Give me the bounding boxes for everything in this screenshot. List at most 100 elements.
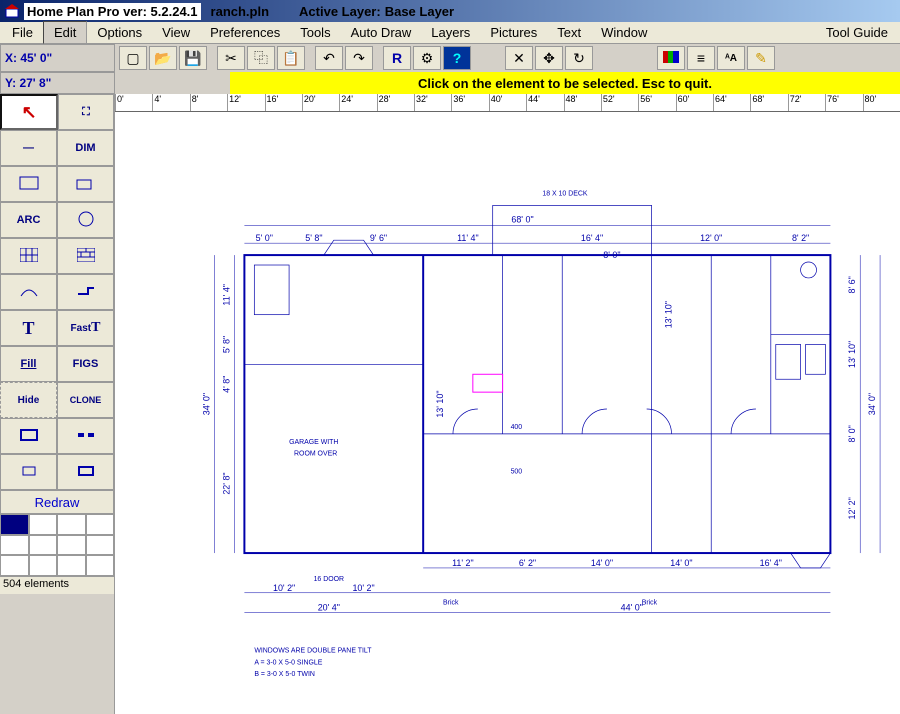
outline-icon [76, 464, 96, 481]
hide-tool[interactable]: Hide [0, 382, 57, 418]
curve-tool[interactable] [0, 274, 57, 310]
fasttext-tool[interactable]: FastT [57, 310, 114, 346]
menu-window[interactable]: Window [591, 22, 657, 43]
svg-text:13' 10": 13' 10" [663, 301, 673, 328]
textstyle-icon: ᴬA [725, 53, 737, 64]
refresh-button[interactable]: R [383, 46, 411, 70]
new-icon: ▢ [126, 50, 139, 67]
move-button[interactable]: ✥ [535, 46, 563, 70]
dim-tool[interactable]: DIM [57, 130, 114, 166]
rect-icon [19, 176, 39, 193]
menu-view[interactable]: View [152, 22, 200, 43]
menu-toolguide[interactable]: Tool Guide [816, 22, 898, 43]
titlebar: Home Plan Pro ver: 5.2.24.1 ranch.pln Ac… [0, 0, 900, 22]
svg-text:11' 2": 11' 2" [452, 558, 474, 568]
color-swatch[interactable] [29, 535, 58, 556]
arrow-icon: ↖ [21, 102, 36, 123]
color-swatch[interactable] [29, 555, 58, 576]
redo-icon: ↷ [353, 50, 365, 67]
menu-text[interactable]: Text [547, 22, 591, 43]
ruler-tick: 24' [339, 94, 376, 111]
highlight-button[interactable]: ✎ [747, 46, 775, 70]
save-button[interactable]: 💾 [179, 46, 207, 70]
redraw-button[interactable]: Redraw [0, 490, 114, 514]
color-swatch[interactable] [57, 514, 86, 535]
ruler-tick: 68' [750, 94, 787, 111]
color-swatch[interactable] [86, 514, 115, 535]
textstyle-button[interactable]: ᴬA [717, 46, 745, 70]
text-tool[interactable]: T [0, 310, 57, 346]
window-tool[interactable] [0, 454, 57, 490]
open-button[interactable]: 📂 [149, 46, 177, 70]
colors-button[interactable] [657, 46, 685, 70]
fill-tool[interactable]: Fill [0, 346, 57, 382]
tool-button[interactable]: ⚙ [413, 46, 441, 70]
svg-text:34' 0": 34' 0" [202, 393, 212, 415]
outline-tool[interactable] [57, 454, 114, 490]
refresh-icon: R [392, 50, 402, 66]
color-swatch[interactable] [86, 535, 115, 556]
wall-tool[interactable] [57, 274, 114, 310]
svg-text:11' 4": 11' 4" [221, 284, 231, 306]
drawing-canvas[interactable]: 0' 4' 8' 12' 16' 20' 24' 28' 32' 36' 40'… [115, 94, 900, 714]
wallfull-tool[interactable] [0, 418, 57, 454]
paste-button[interactable]: 📋 [277, 46, 305, 70]
svg-text:34' 0": 34' 0" [867, 393, 877, 415]
menu-layers[interactable]: Layers [421, 22, 480, 43]
menu-edit[interactable]: Edit [43, 21, 87, 44]
app-title: Home Plan Pro ver: 5.2.24.1 [24, 3, 201, 20]
circle-icon [77, 210, 95, 231]
rotate-button[interactable]: ↻ [565, 46, 593, 70]
help-button[interactable]: ? [443, 46, 471, 70]
redo-button[interactable]: ↷ [345, 46, 373, 70]
delete-button[interactable]: ✕ [505, 46, 533, 70]
menu-options[interactable]: Options [87, 22, 152, 43]
select-tool[interactable]: ⛶ [58, 94, 114, 130]
rect-tool[interactable] [0, 166, 57, 202]
color-swatch[interactable] [57, 555, 86, 576]
svg-text:10' 2": 10' 2" [352, 583, 374, 593]
break-tool[interactable] [57, 418, 114, 454]
color-swatch[interactable] [0, 555, 29, 576]
color-swatch[interactable] [29, 514, 58, 535]
cut-button[interactable]: ✂ [217, 46, 245, 70]
new-button[interactable]: ▢ [119, 46, 147, 70]
brick-icon [77, 248, 95, 265]
ruler-tick: 64' [713, 94, 750, 111]
clone-tool[interactable]: CLONE [57, 382, 114, 418]
grid-icon [20, 248, 38, 265]
line-tool[interactable]: — [0, 130, 57, 166]
menu-tools[interactable]: Tools [290, 22, 340, 43]
circle-tool[interactable] [57, 202, 114, 238]
color-swatch[interactable] [0, 514, 29, 535]
ruler-tick: 60' [676, 94, 713, 111]
ruler-tick: 48' [564, 94, 601, 111]
fast-label: Fast [71, 323, 92, 334]
color-swatch[interactable] [0, 535, 29, 556]
menu-file[interactable]: File [2, 22, 43, 43]
floorplan-drawing: 18 X 10 DECK GARAGE WITH ROOM OVER [155, 124, 890, 704]
color-swatch[interactable] [57, 535, 86, 556]
menu-autodraw[interactable]: Auto Draw [341, 22, 422, 43]
ruler-tick: 4' [152, 94, 189, 111]
menu-preferences[interactable]: Preferences [200, 22, 290, 43]
menu-pictures[interactable]: Pictures [480, 22, 547, 43]
line-icon: — [23, 142, 34, 154]
arc-tool[interactable]: ARC [0, 202, 57, 238]
arrow-tool[interactable]: ↖ [0, 94, 58, 130]
svg-text:12' 2": 12' 2" [847, 497, 857, 519]
door-tool[interactable] [57, 166, 114, 202]
pattern1-tool[interactable] [0, 238, 57, 274]
copy-button[interactable]: ⿻ [247, 46, 275, 70]
filename: ranch.pln [211, 4, 270, 19]
lineweight-button[interactable]: ≡ [687, 46, 715, 70]
ruler-tick: 44' [526, 94, 563, 111]
text-label: T [22, 318, 34, 339]
window-icon [19, 464, 39, 481]
undo-button[interactable]: ↶ [315, 46, 343, 70]
ruler-tick: 56' [638, 94, 675, 111]
color-swatch[interactable] [86, 555, 115, 576]
area-tool[interactable]: FIGS [57, 346, 114, 382]
horizontal-ruler: 0' 4' 8' 12' 16' 20' 24' 28' 32' 36' 40'… [115, 94, 900, 112]
pattern2-tool[interactable] [57, 238, 114, 274]
